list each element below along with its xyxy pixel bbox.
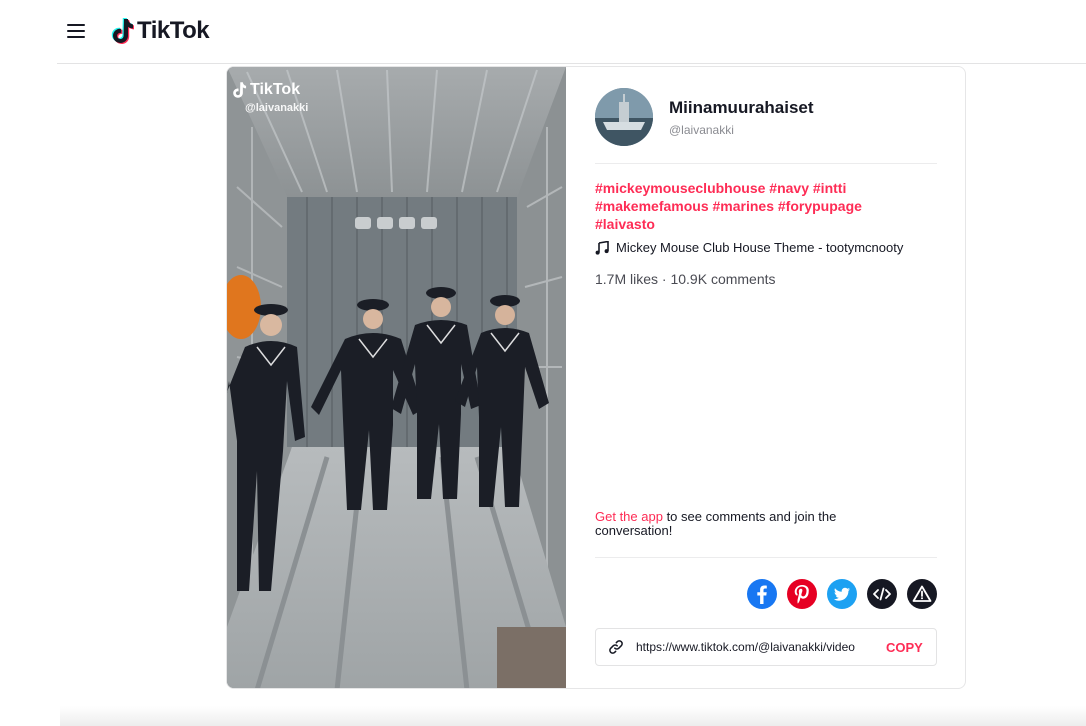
hashtag-link[interactable]: #navy	[769, 180, 809, 196]
get-app-prompt: Get the app to see comments and join the…	[595, 510, 895, 538]
avatar-image	[595, 88, 653, 146]
music-note-icon	[595, 240, 609, 255]
author-display-name[interactable]: Miinamuurahaiset	[669, 98, 814, 118]
hashtag-link[interactable]: #mickeymouseclubhouse	[595, 180, 765, 196]
video-watermark: TikTok @laivanakki	[231, 81, 308, 114]
music-title: Mickey Mouse Club House Theme - tootymcn…	[616, 240, 904, 255]
embed-icon[interactable]	[867, 579, 897, 609]
report-icon[interactable]	[907, 579, 937, 609]
hashtag-link[interactable]: #laivasto	[595, 216, 655, 232]
hashtag-link[interactable]: #makemefamous	[595, 198, 709, 214]
share-buttons	[747, 579, 937, 609]
link-icon	[596, 639, 636, 655]
info-divider-top	[595, 163, 937, 164]
watermark-logo-text: TikTok	[250, 81, 301, 98]
tiktok-note-icon	[111, 18, 134, 44]
tiktok-logo[interactable]: TikTok	[110, 14, 210, 48]
author-username[interactable]: @laivanakki	[669, 123, 734, 137]
hashtag-link[interactable]: #marines	[713, 198, 774, 214]
hamburger-menu-icon[interactable]	[67, 24, 85, 38]
info-divider-bottom	[595, 557, 937, 558]
caption-hashtags: #mickeymouseclubhouse #navy #intti #make…	[595, 179, 937, 233]
bottom-fade	[60, 706, 1086, 726]
music-link[interactable]: Mickey Mouse Club House Theme - tootymcn…	[595, 240, 903, 255]
pinterest-icon[interactable]	[787, 579, 817, 609]
video-stats: 1.7M likes · 10.9K comments	[595, 271, 776, 287]
logo-text: TikTok	[137, 17, 210, 44]
watermark-username: @laivanakki	[245, 102, 309, 114]
get-app-link[interactable]: Get the app	[595, 509, 663, 524]
tiktok-watermark-icon	[233, 82, 247, 98]
author-avatar[interactable]	[595, 88, 653, 146]
video-url-field[interactable]: https://www.tiktok.com/@laivanakki/video	[636, 640, 868, 654]
video-scene	[227, 67, 566, 688]
top-header: TikTok	[0, 0, 1086, 64]
hashtag-link[interactable]: #intti	[813, 180, 846, 196]
header-divider	[57, 63, 1086, 64]
video-card: TikTok @laivanakki Miinamuurahaiset @lai…	[226, 66, 966, 689]
copy-link-box: https://www.tiktok.com/@laivanakki/video…	[595, 628, 937, 666]
twitter-icon[interactable]	[827, 579, 857, 609]
hashtag-link[interactable]: #forypupage	[778, 198, 862, 214]
copy-link-button[interactable]: COPY	[886, 640, 923, 655]
video-player[interactable]: TikTok @laivanakki	[227, 67, 566, 688]
facebook-icon[interactable]	[747, 579, 777, 609]
video-info-panel: Miinamuurahaiset @laivanakki #mickeymous…	[595, 67, 937, 688]
